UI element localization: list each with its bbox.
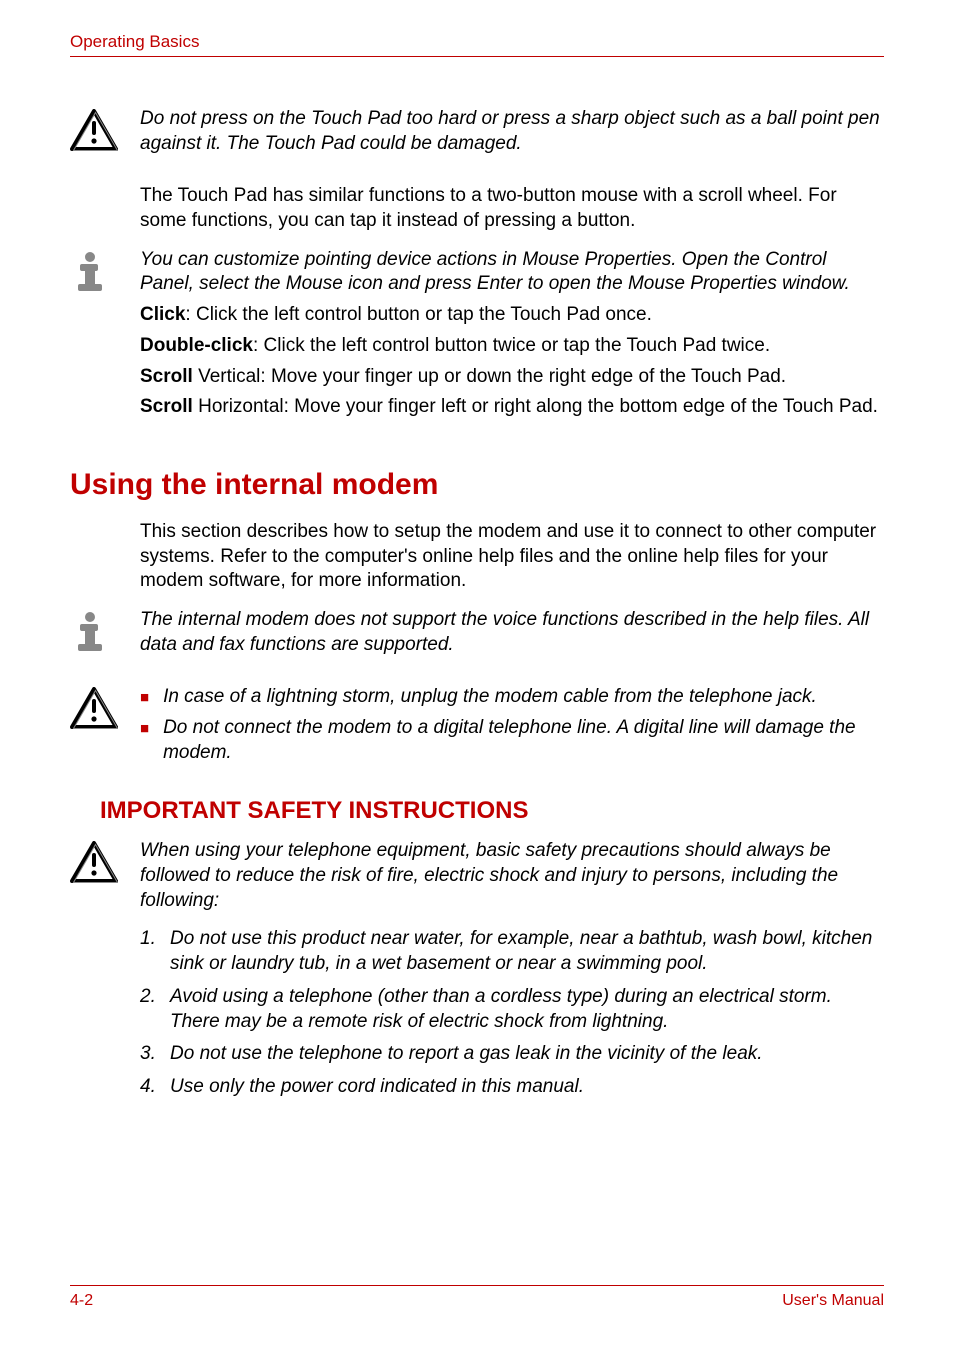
- footer-left: 4-2: [70, 1292, 93, 1310]
- touchpad-para1: The Touch Pad has similar functions to a…: [140, 184, 884, 233]
- list-item: 4.Use only the power cord indicated in t…: [140, 1075, 884, 1100]
- list-item: Do not connect the modem to a digital te…: [140, 716, 884, 765]
- click-label: Click: [140, 304, 185, 325]
- doubleclick-line: Double-click: Click the left control but…: [140, 334, 884, 359]
- doubleclick-label: Double-click: [140, 335, 253, 356]
- modem-caution-list: In case of a lightning storm, unplug the…: [140, 685, 884, 765]
- footer-rule: [70, 1285, 884, 1286]
- item-text: Do not use this product near water, for …: [170, 927, 884, 976]
- item-text: Do not use the telephone to report a gas…: [170, 1042, 884, 1067]
- list-item: 1.Do not use this product near water, fo…: [140, 927, 884, 976]
- info-icon: [70, 610, 110, 654]
- modem-caution-1: In case of a lightning storm, unplug the…: [163, 685, 817, 710]
- list-item: In case of a lightning storm, unplug the…: [140, 685, 884, 710]
- scrollv-label: Scroll: [140, 366, 193, 387]
- safety-intro: When using your telephone equipment, bas…: [140, 839, 884, 913]
- modem-intro: This section describes how to setup the …: [140, 520, 884, 594]
- scrollh-line: Scroll Horizontal: Move your finger left…: [140, 395, 884, 420]
- section-heading-modem: Using the internal modem: [70, 468, 884, 502]
- modem-note-text: The internal modem does not support the …: [140, 608, 884, 657]
- warning-icon: [70, 109, 118, 153]
- item-text: Avoid using a telephone (other than a co…: [170, 985, 884, 1034]
- item-number: 1.: [140, 927, 170, 952]
- item-text: Use only the power cord indicated in thi…: [170, 1075, 884, 1100]
- page-footer: 4-2 User's Manual: [70, 1285, 884, 1310]
- modem-note-callout: The internal modem does not support the …: [70, 608, 884, 671]
- scrollh-text: Horizontal: Move your finger left or rig…: [193, 396, 878, 417]
- modem-caution-2: Do not connect the modem to a digital te…: [163, 716, 884, 765]
- scrollv-text: Vertical: Move your finger up or down th…: [193, 366, 786, 387]
- touchpad-caution-text: Do not press on the Touch Pad too hard o…: [140, 107, 884, 156]
- touchpad-note-text: You can customize pointing device action…: [140, 248, 884, 297]
- header-rule: [70, 56, 884, 57]
- item-number: 3.: [140, 1042, 170, 1067]
- page-header: Operating Basics: [70, 32, 884, 52]
- scrollv-line: Scroll Vertical: Move your finger up or …: [140, 365, 884, 390]
- list-item: 2.Avoid using a telephone (other than a …: [140, 985, 884, 1034]
- modem-caution-callout: In case of a lightning storm, unplug the…: [70, 685, 884, 771]
- warning-icon: [70, 687, 118, 731]
- caution-callout: Do not press on the Touch Pad too hard o…: [70, 107, 884, 170]
- doubleclick-text: : Click the left control button twice or…: [253, 335, 770, 356]
- note-callout: You can customize pointing device action…: [70, 248, 884, 434]
- scrollh-label: Scroll: [140, 396, 193, 417]
- footer-right: User's Manual: [782, 1292, 884, 1310]
- safety-list: 1.Do not use this product near water, fo…: [140, 927, 884, 1099]
- header-left: Operating Basics: [70, 32, 199, 52]
- warning-icon: [70, 841, 118, 885]
- safety-callout: When using your telephone equipment, bas…: [70, 839, 884, 1107]
- list-item: 3.Do not use the telephone to report a g…: [140, 1042, 884, 1067]
- item-number: 2.: [140, 985, 170, 1010]
- click-line: Click: Click the left control button or …: [140, 303, 884, 328]
- item-number: 4.: [140, 1075, 170, 1100]
- click-text: : Click the left control button or tap t…: [185, 304, 651, 325]
- info-icon: [70, 250, 110, 294]
- subsection-heading-safety: IMPORTANT SAFETY INSTRUCTIONS: [100, 797, 884, 825]
